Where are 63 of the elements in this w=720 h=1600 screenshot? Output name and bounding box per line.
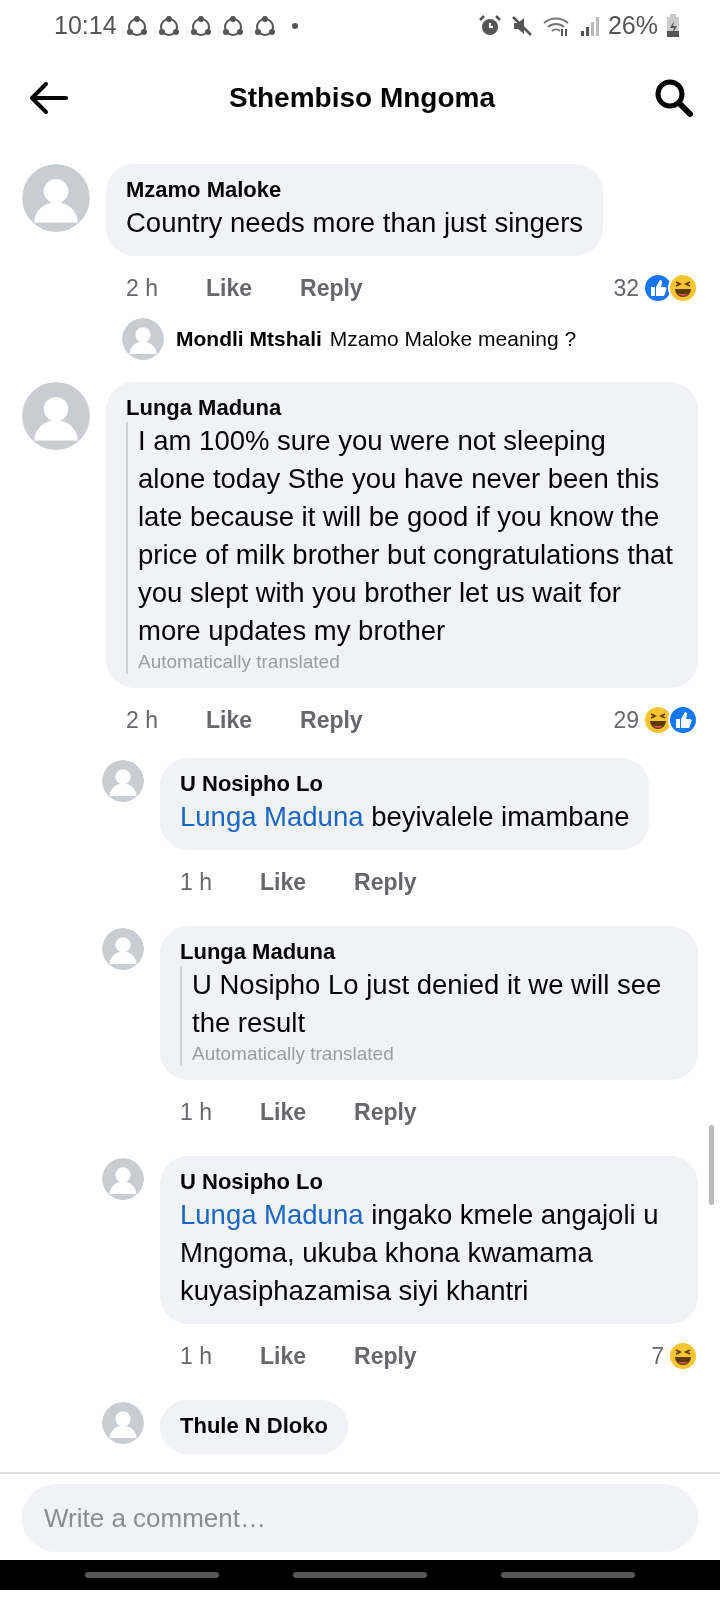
author-name[interactable]: U Nosipho Lo — [180, 1168, 678, 1196]
mention-link[interactable]: Lunga Maduna — [180, 801, 364, 832]
reply-link[interactable]: Reply — [300, 702, 363, 738]
like-link[interactable]: Like — [260, 1338, 306, 1374]
reply-link[interactable]: Reply — [300, 270, 363, 306]
like-reaction-icon — [668, 705, 698, 735]
like-link[interactable]: Like — [260, 1094, 306, 1130]
avatar — [102, 928, 144, 970]
like-link[interactable]: Like — [206, 702, 252, 738]
battery-text: 26% — [607, 10, 658, 42]
timestamp: 1 h — [180, 867, 212, 897]
notification-icon — [252, 15, 277, 37]
timestamp: 2 h — [126, 273, 158, 303]
reaction-count: 29 — [613, 705, 639, 735]
nav-handle[interactable] — [85, 1572, 219, 1578]
notification-icon — [124, 15, 149, 37]
nav-handle[interactable] — [293, 1572, 427, 1578]
reaction-count: 32 — [613, 273, 639, 303]
reply-link[interactable]: Reply — [354, 1338, 417, 1374]
avatar — [102, 1402, 144, 1444]
avatar — [102, 760, 144, 802]
timestamp: 1 h — [180, 1097, 212, 1127]
author-name[interactable]: U Nosipho Lo — [180, 770, 630, 798]
comment-text: Country needs more than just singers — [126, 206, 584, 240]
avatar — [22, 382, 90, 450]
translation-note: Automatically translated — [126, 650, 678, 674]
reply-link[interactable]: Reply — [354, 1094, 417, 1130]
comment-text: Lunga Maduna beyivalele imambane — [180, 800, 630, 834]
notification-icon — [220, 15, 245, 37]
page-title: Sthembiso Mngoma — [229, 81, 495, 115]
notification-icon — [156, 15, 181, 37]
author-name[interactable]: Mondli Mtshali — [176, 323, 322, 355]
dot-icon — [290, 22, 299, 30]
search-icon — [654, 78, 694, 118]
nav-handle[interactable] — [501, 1572, 635, 1578]
signal-icon — [579, 15, 600, 37]
author-name[interactable]: Thule N Dloko — [180, 1412, 328, 1440]
comment-text: I am 100% sure you were not sleeping alone today Sthe you have never been this late because it will be good if you know the price of milk brother but congratulations that you slept with you brother let us wait for more updates my brother — [126, 422, 678, 650]
haha-reaction-icon — [668, 1341, 698, 1371]
comment-text: U Nosipho Lo just denied it we will see the result — [180, 966, 678, 1042]
mention-link[interactable]: Lunga Maduna — [180, 1199, 364, 1230]
battery-icon — [666, 14, 680, 38]
author-name[interactable]: Mzamo Maloke — [126, 176, 584, 204]
reply-preview-text[interactable]: Mzamo Maloke meaning ? — [329, 323, 577, 355]
author-name[interactable]: Lunga Maduna — [126, 394, 678, 422]
haha-reaction-icon — [668, 273, 698, 303]
avatar — [22, 164, 90, 232]
timestamp: 1 h — [180, 1341, 212, 1371]
reaction-count: 7 — [651, 1341, 664, 1371]
like-link[interactable]: Like — [206, 270, 252, 306]
mute-icon — [509, 14, 534, 38]
avatar — [122, 318, 164, 360]
alarm-icon — [477, 14, 502, 38]
avatar — [102, 1158, 144, 1200]
clock-text: 10:14 — [54, 10, 117, 42]
comment-text: Lunga Maduna ingako kmele angajoli u Mngoma, ukuba khona kwamama kuyasiphazamisa siyi khantri — [180, 1198, 660, 1308]
translation-note: Automatically translated — [180, 1042, 678, 1066]
like-link[interactable]: Like — [260, 864, 306, 900]
notification-icon — [188, 15, 213, 37]
timestamp: 2 h — [126, 705, 158, 735]
comment-field[interactable]: Write a comment… — [22, 1484, 698, 1552]
author-name[interactable]: Lunga Maduna — [180, 938, 678, 966]
reply-link[interactable]: Reply — [354, 864, 417, 900]
